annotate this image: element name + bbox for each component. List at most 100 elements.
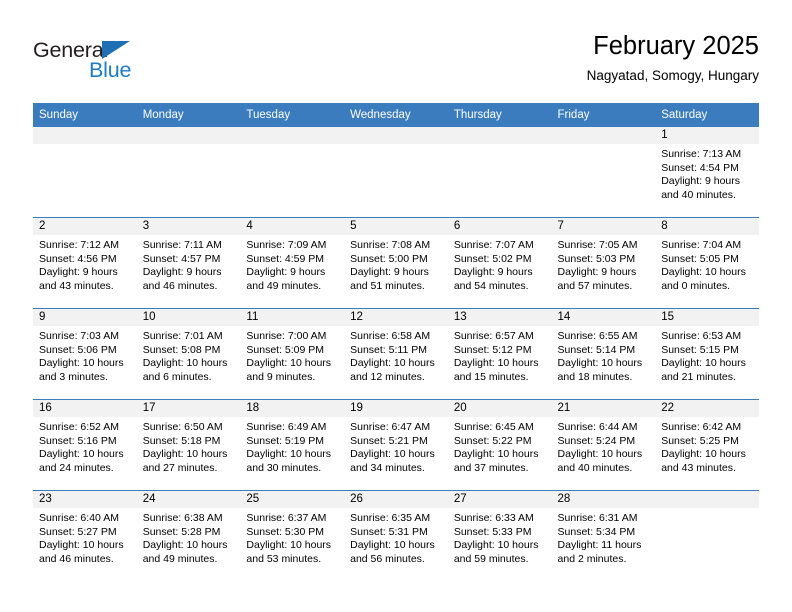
sunset-text: Sunset: 5:30 PM <box>246 525 325 538</box>
calendar-day-cell-empty <box>655 491 759 581</box>
daylight-text-line1: Daylight: 10 hours <box>246 448 332 461</box>
day-number: 10 <box>136 309 241 326</box>
day-number <box>136 127 241 144</box>
calendar-day-cell[interactable]: 3 Sunrise: 7:11 AM Sunset: 4:57 PM Daylight… <box>136 218 241 308</box>
calendar-cell: 17 Sunrise: 6:50 AM Sunset: 5:18 PM Dayligh… <box>136 399 241 491</box>
calendar-cell: 22 Sunrise: 6:42 AM Sunset: 5:25 PM Dayligh… <box>655 399 759 491</box>
sunset-text: Sunset: 5:08 PM <box>142 343 221 356</box>
calendar-day-cell[interactable]: 27 Sunrise: 6:33 AM Sunset: 5:33 PM Dayligh… <box>447 491 552 581</box>
daylight-text-line1: Daylight: 11 hours <box>557 539 642 552</box>
calendar-day-cell[interactable]: 14 Sunrise: 6:55 AM Sunset: 5:14 PM Dayligh… <box>551 309 656 399</box>
day-number <box>655 491 759 508</box>
calendar-day-cell[interactable]: 15 Sunrise: 6:53 AM Sunset: 5:15 PM Dayligh… <box>655 309 759 399</box>
day-details <box>655 508 759 512</box>
sunrise-text: Sunrise: 7:12 AM <box>39 239 119 251</box>
day-details <box>33 144 137 148</box>
calendar-day-cell[interactable]: 10 Sunrise: 7:01 AM Sunset: 5:08 PM Dayligh… <box>136 309 241 399</box>
day-number: 4 <box>240 218 345 235</box>
day-number: 1 <box>655 127 759 144</box>
daylight-text-line2: and 21 minutes. <box>661 370 736 383</box>
calendar-cell: 11 Sunrise: 7:00 AM Sunset: 5:09 PM Dayligh… <box>240 308 345 400</box>
sunrise-text: Sunrise: 7:03 AM <box>39 330 119 342</box>
daylight-text-line1: Daylight: 10 hours <box>246 539 332 552</box>
day-details: Sunrise: 6:53 AM Sunset: 5:15 PM Daylight:… <box>655 326 759 384</box>
sunrise-text: Sunrise: 6:52 AM <box>39 421 119 433</box>
day-details: Sunrise: 6:42 AM Sunset: 5:25 PM Daylight:… <box>655 417 759 475</box>
daylight-text-line2: and 43 minutes. <box>661 461 736 474</box>
day-number: 11 <box>240 309 345 326</box>
calendar-day-cell[interactable]: 24 Sunrise: 6:38 AM Sunset: 5:28 PM Dayligh… <box>136 491 241 581</box>
calendar-day-cell[interactable]: 22 Sunrise: 6:42 AM Sunset: 5:25 PM Dayligh… <box>655 400 759 490</box>
daylight-text-line2: and 54 minutes. <box>453 279 529 292</box>
calendar-day-cell[interactable]: 11 Sunrise: 7:00 AM Sunset: 5:09 PM Dayligh… <box>240 309 345 399</box>
calendar-cell <box>655 490 759 581</box>
calendar-day-cell[interactable]: 6 Sunrise: 7:07 AM Sunset: 5:02 PM Daylight… <box>447 218 552 308</box>
day-number: 19 <box>344 400 448 417</box>
calendar-day-cell[interactable]: 2 Sunrise: 7:12 AM Sunset: 4:56 PM Daylight… <box>33 218 137 308</box>
sunset-text: Sunset: 5:06 PM <box>39 343 117 356</box>
day-number: 17 <box>136 400 241 417</box>
daylight-text-line1: Daylight: 10 hours <box>350 448 435 461</box>
calendar-day-cell[interactable]: 25 Sunrise: 6:37 AM Sunset: 5:30 PM Dayligh… <box>240 491 345 581</box>
weekday-header-friday: Friday <box>551 103 656 127</box>
calendar-day-cell[interactable]: 21 Sunrise: 6:44 AM Sunset: 5:24 PM Dayligh… <box>551 400 656 490</box>
sunrise-text: Sunrise: 7:04 AM <box>661 239 742 251</box>
calendar-day-cell[interactable]: 19 Sunrise: 6:47 AM Sunset: 5:21 PM Dayligh… <box>344 400 448 490</box>
calendar-day-cell[interactable]: 16 Sunrise: 6:52 AM Sunset: 5:16 PM Dayligh… <box>33 400 137 490</box>
day-details: Sunrise: 7:03 AM Sunset: 5:06 PM Daylight:… <box>33 326 137 384</box>
day-number <box>240 127 345 144</box>
calendar-cell: 19 Sunrise: 6:47 AM Sunset: 5:21 PM Dayligh… <box>344 399 448 491</box>
day-number: 5 <box>344 218 448 235</box>
daylight-text-line2: and 46 minutes. <box>142 279 218 292</box>
calendar-day-cell[interactable]: 20 Sunrise: 6:45 AM Sunset: 5:22 PM Dayligh… <box>447 400 552 490</box>
day-details: Sunrise: 6:38 AM Sunset: 5:28 PM Daylight:… <box>137 508 241 566</box>
calendar-table: Sunday Monday Tuesday Wednesday Thursday… <box>33 103 759 581</box>
calendar-cell <box>344 126 448 218</box>
calendar-day-cell[interactable]: 9 Sunrise: 7:03 AM Sunset: 5:06 PM Daylight… <box>33 309 137 399</box>
day-number: 26 <box>344 491 448 508</box>
calendar-day-cell[interactable]: 23 Sunrise: 6:40 AM Sunset: 5:27 PM Dayligh… <box>33 491 137 581</box>
day-number: 6 <box>447 218 552 235</box>
day-details: Sunrise: 6:58 AM Sunset: 5:11 PM Daylight:… <box>344 326 448 384</box>
calendar-day-cell[interactable]: 28 Sunrise: 6:31 AM Sunset: 5:34 PM Dayligh… <box>551 491 656 581</box>
calendar-day-cell[interactable]: 26 Sunrise: 6:35 AM Sunset: 5:31 PM Dayligh… <box>344 491 448 581</box>
calendar-cell: 12 Sunrise: 6:58 AM Sunset: 5:11 PM Dayligh… <box>344 308 448 400</box>
calendar-day-cell[interactable]: 5 Sunrise: 7:08 AM Sunset: 5:00 PM Daylight… <box>344 218 448 308</box>
calendar-day-cell[interactable]: 4 Sunrise: 7:09 AM Sunset: 4:59 PM Daylight… <box>240 218 345 308</box>
sunrise-text: Sunrise: 6:58 AM <box>350 330 431 342</box>
calendar-cell <box>240 126 345 218</box>
day-details: Sunrise: 7:01 AM Sunset: 5:08 PM Daylight:… <box>137 326 241 384</box>
day-details: Sunrise: 7:07 AM Sunset: 5:02 PM Daylight:… <box>448 235 552 293</box>
calendar-day-cell[interactable]: 18 Sunrise: 6:49 AM Sunset: 5:19 PM Dayligh… <box>240 400 345 490</box>
daylight-text-line1: Daylight: 9 hours <box>453 266 533 279</box>
sunrise-text: Sunrise: 6:50 AM <box>142 421 223 433</box>
day-number: 12 <box>344 309 448 326</box>
day-details: Sunrise: 7:09 AM Sunset: 4:59 PM Daylight:… <box>240 235 344 293</box>
calendar-day-cell-empty <box>33 127 137 217</box>
calendar-day-cell[interactable]: 8 Sunrise: 7:04 AM Sunset: 5:05 PM Daylight… <box>655 218 759 308</box>
calendar-body: 1 Sunrise: 7:13 AM Sunset: 4:54 PM Daylight… <box>33 126 759 581</box>
sunset-text: Sunset: 5:21 PM <box>350 434 428 447</box>
sunrise-text: Sunrise: 7:01 AM <box>142 330 223 342</box>
calendar-day-cell[interactable]: 13 Sunrise: 6:57 AM Sunset: 5:12 PM Dayligh… <box>447 309 552 399</box>
calendar-day-cell[interactable]: 7 Sunrise: 7:05 AM Sunset: 5:03 PM Daylight… <box>551 218 656 308</box>
daylight-text-line2: and 40 minutes. <box>557 461 633 474</box>
daylight-text-line1: Daylight: 10 hours <box>453 539 539 552</box>
calendar-day-cell[interactable]: 1 Sunrise: 7:13 AM Sunset: 4:54 PM Daylight… <box>655 127 759 217</box>
daylight-text-line2: and 53 minutes. <box>246 552 322 565</box>
sunset-text: Sunset: 5:33 PM <box>453 525 532 538</box>
calendar-day-cell[interactable]: 17 Sunrise: 6:50 AM Sunset: 5:18 PM Dayligh… <box>136 400 241 490</box>
sunset-text: Sunset: 4:54 PM <box>661 161 739 174</box>
daylight-text-line2: and 3 minutes. <box>39 370 108 383</box>
daylight-text-line1: Daylight: 10 hours <box>453 357 539 370</box>
day-number <box>344 127 448 144</box>
calendar-cell <box>551 126 656 218</box>
day-details: Sunrise: 6:44 AM Sunset: 5:24 PM Daylight:… <box>552 417 656 475</box>
sunset-text: Sunset: 5:18 PM <box>142 434 221 447</box>
calendar-cell: 13 Sunrise: 6:57 AM Sunset: 5:12 PM Dayligh… <box>447 308 552 400</box>
calendar-day-cell-empty <box>551 127 656 217</box>
daylight-text-line1: Daylight: 10 hours <box>350 539 435 552</box>
page-title: February 2025 <box>593 32 759 60</box>
calendar-day-cell[interactable]: 12 Sunrise: 6:58 AM Sunset: 5:11 PM Dayligh… <box>344 309 448 399</box>
daylight-text-line2: and 18 minutes. <box>557 370 633 383</box>
